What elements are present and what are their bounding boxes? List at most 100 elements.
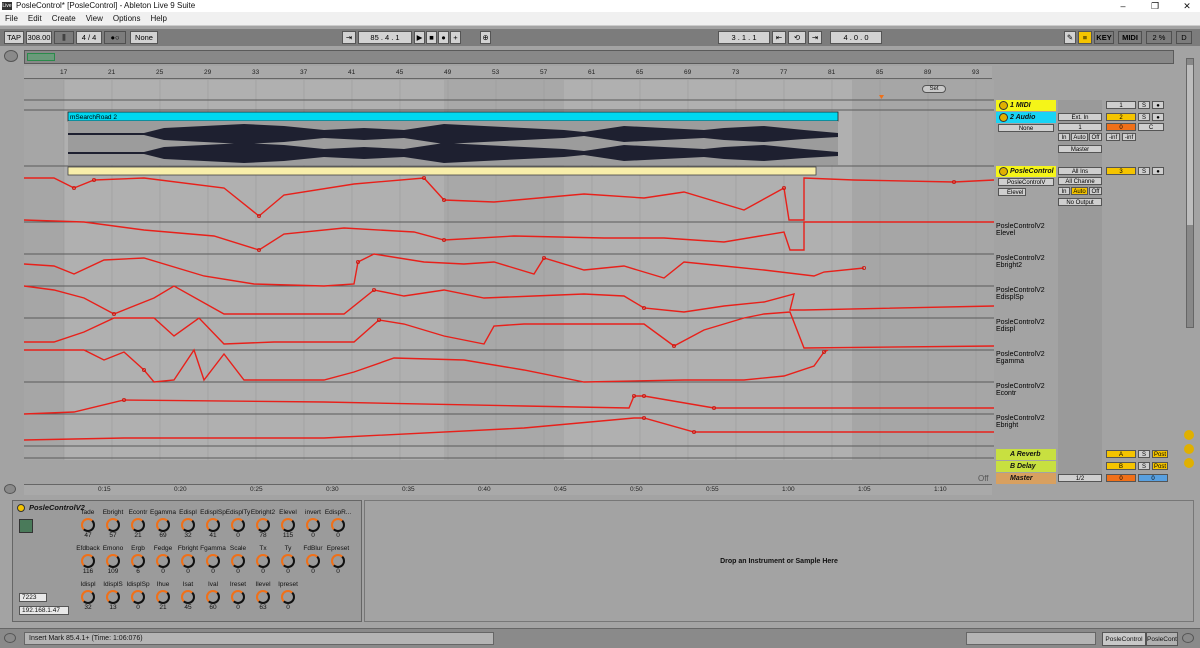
knob-dial-icon[interactable] <box>81 554 95 568</box>
audio-clip-header[interactable] <box>67 111 839 122</box>
midi-map-button[interactable]: MIDI <box>1118 31 1142 44</box>
punch-in-icon[interactable]: ⇤ <box>772 31 786 44</box>
arrangement-canvas[interactable]: mSearchRoad 2 <box>24 80 994 460</box>
return-a-button[interactable]: A <box>1106 450 1136 458</box>
knob-dial-icon[interactable] <box>306 518 320 532</box>
knob-dial-icon[interactable] <box>281 554 295 568</box>
solo-button[interactable]: S <box>1138 113 1150 121</box>
loop-start-field[interactable]: 3 . 1 . 1 <box>718 31 770 44</box>
volume-field[interactable]: 0 <box>1106 123 1136 131</box>
knob-dial-icon[interactable] <box>331 518 345 532</box>
beat-ruler[interactable]: 17 21 25 29 33 37 41 45 49 53 57 61 65 6… <box>24 66 992 79</box>
knob-dial-icon[interactable] <box>206 518 220 532</box>
track-number-1[interactable]: 1 <box>1106 101 1136 109</box>
monitor-auto-button[interactable]: Auto <box>1071 187 1088 195</box>
arrangement-overview[interactable] <box>24 50 1174 64</box>
device-power-icon[interactable] <box>17 504 25 512</box>
set-locator-button[interactable]: Set <box>922 85 946 93</box>
knob-dial-icon[interactable] <box>181 554 195 568</box>
close-icon[interactable]: ✕ <box>1176 0 1198 12</box>
knob-dial-icon[interactable] <box>256 554 270 568</box>
stop-icon[interactable]: ■ <box>426 31 437 44</box>
return-b-button[interactable]: B <box>1106 462 1136 470</box>
lane-header-edispl[interactable]: PosleControlV2 Edispl <box>996 319 1056 333</box>
record-icon[interactable]: ● <box>438 31 449 44</box>
knob-dial-icon[interactable] <box>231 518 245 532</box>
menu-options[interactable]: Options <box>108 14 146 23</box>
midi-clip-header[interactable] <box>67 166 817 176</box>
play-icon[interactable]: ▶ <box>414 31 425 44</box>
follow-icon[interactable]: ⇥ <box>342 31 356 44</box>
monitor-in-button[interactable]: In <box>1058 187 1070 195</box>
menu-file[interactable]: File <box>0 14 23 23</box>
time-ruler[interactable]: 0:15 0:20 0:25 0:30 0:35 0:40 0:45 0:50 … <box>24 484 992 495</box>
knob-dial-icon[interactable] <box>156 554 170 568</box>
knob-dial-icon[interactable] <box>81 590 95 604</box>
menu-edit[interactable]: Edit <box>23 14 47 23</box>
draw-mode-icon[interactable]: ≡ <box>1078 31 1092 44</box>
lane-header-ebright2[interactable]: PosleControlV2 Ebright2 <box>996 255 1056 269</box>
knob-dial-icon[interactable] <box>281 590 295 604</box>
knob-dial-icon[interactable] <box>106 554 120 568</box>
overdub-icon[interactable]: + <box>450 31 461 44</box>
key-map-button[interactable]: KEY <box>1094 31 1114 44</box>
knob-dial-icon[interactable] <box>106 590 120 604</box>
track-number-2[interactable]: 2 <box>1106 113 1136 121</box>
menu-create[interactable]: Create <box>47 14 81 23</box>
master-volume-field[interactable]: 0 <box>1106 474 1136 482</box>
knob-dial-icon[interactable] <box>131 518 145 532</box>
tempo-field[interactable]: 308.00 <box>26 31 52 44</box>
knob-dial-icon[interactable] <box>231 590 245 604</box>
signature-field[interactable]: 4 / 4 <box>76 31 102 44</box>
knob-dial-icon[interactable] <box>131 590 145 604</box>
arrangement-view[interactable]: mSearchRoad 2 Set <box>24 80 994 460</box>
knob-dial-icon[interactable] <box>106 518 120 532</box>
fold-icon[interactable] <box>999 101 1008 110</box>
post-button[interactable]: Post <box>1152 450 1168 458</box>
returns-toggle-icon[interactable] <box>1184 458 1194 468</box>
fold-icon[interactable] <box>999 167 1008 176</box>
browser-toggle-icon[interactable] <box>4 50 18 62</box>
device-drop-area[interactable]: Drop an Instrument or Sample Here <box>364 500 1194 622</box>
knob-dial-icon[interactable] <box>256 518 270 532</box>
automation-arm-icon[interactable]: ⊕ <box>480 31 491 44</box>
monitor-in-button[interactable]: In <box>1058 133 1070 141</box>
maximize-icon[interactable]: ❐ <box>1144 0 1166 12</box>
tab-poslecontro[interactable]: PosleContro <box>1146 632 1178 646</box>
lane-header-edisplsp[interactable]: PosleControlV2 EdisplSp <box>996 287 1056 301</box>
arm-icon[interactable]: ● <box>1152 113 1164 121</box>
knob-dial-icon[interactable] <box>156 518 170 532</box>
knob-dial-icon[interactable] <box>306 554 320 568</box>
nudge-icon[interactable]: ⫼ <box>54 31 74 44</box>
lane-header-econtr[interactable]: PosleControlV2 Econtr <box>996 383 1056 397</box>
lane-header-ebright[interactable]: PosleControlV2 Ebright <box>996 415 1056 429</box>
port-field[interactable]: 7223 <box>19 593 47 602</box>
loop-length-field[interactable]: 4 . 0 . 0 <box>830 31 882 44</box>
detail-view-toggle-icon[interactable] <box>1182 633 1194 643</box>
parameter-chooser[interactable]: Elevel <box>998 188 1026 196</box>
vertical-scrollbar[interactable] <box>1186 58 1194 328</box>
solo-button[interactable]: S <box>1138 167 1150 175</box>
lane-header-egamma[interactable]: PosleControlV2 Egamma <box>996 351 1056 365</box>
sends-toggle-icon[interactable] <box>1184 444 1194 454</box>
knob-dial-icon[interactable] <box>281 518 295 532</box>
knob-edispr[interactable]: EdispR... 0 <box>323 509 353 540</box>
scroll-thumb[interactable] <box>1187 65 1193 225</box>
knob-dial-icon[interactable] <box>256 590 270 604</box>
knob-dial-icon[interactable] <box>231 554 245 568</box>
arm-icon[interactable]: ● <box>1152 101 1164 109</box>
arm-icon[interactable]: ● <box>1152 167 1164 175</box>
monitor-auto-button[interactable]: Auto <box>1071 133 1088 141</box>
input-channel-select[interactable]: 1 <box>1058 123 1102 131</box>
output-select[interactable]: Master <box>1058 145 1102 153</box>
return-track-a[interactable]: A Reverb <box>996 449 1056 460</box>
position-field[interactable]: 85 . 4 . 1 <box>358 31 412 44</box>
metronome-icon[interactable]: ●○ <box>104 31 126 44</box>
master-output-select[interactable]: 1/2 <box>1058 474 1102 482</box>
io-toggle-icon[interactable] <box>1184 430 1194 440</box>
menu-view[interactable]: View <box>81 14 108 23</box>
quantize-select[interactable]: None <box>130 31 158 44</box>
solo-button[interactable]: S <box>1138 450 1150 458</box>
knob-dial-icon[interactable] <box>156 590 170 604</box>
master-db-field[interactable]: 0 <box>1138 474 1168 482</box>
